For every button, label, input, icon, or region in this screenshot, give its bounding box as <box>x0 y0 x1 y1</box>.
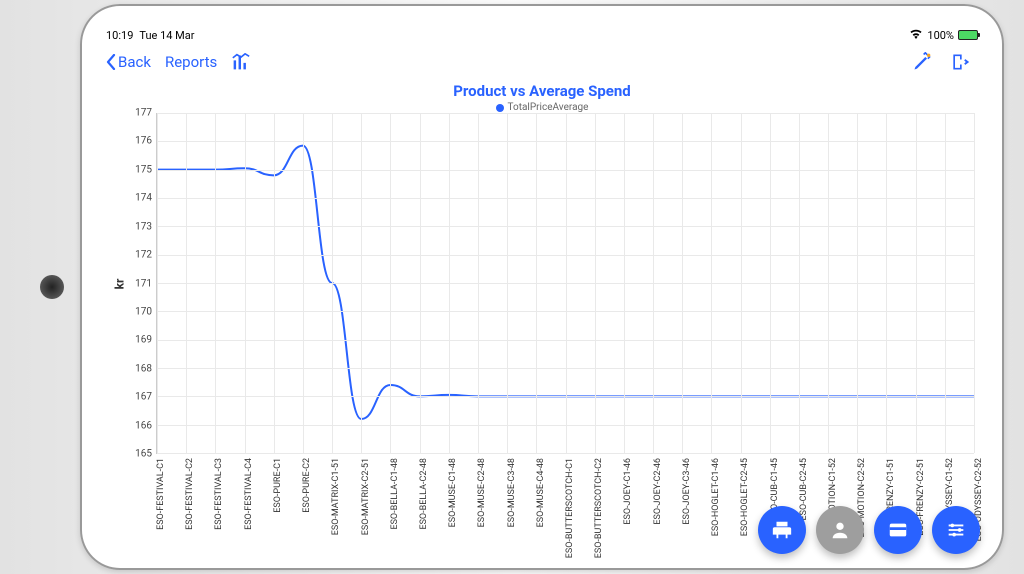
back-label: Back <box>118 53 151 71</box>
nav-bar: Back Reports <box>102 44 982 80</box>
y-tick: 174 <box>135 193 152 204</box>
x-tick-label: ESO-PURE-C1 <box>273 458 283 513</box>
fab-user[interactable] <box>816 506 864 554</box>
y-axis-ticks: 165166167168169170171172173174175176177 <box>128 113 156 454</box>
y-tick: 171 <box>135 278 152 289</box>
x-tick-label: ESO-JOEY-C3-46 <box>682 458 692 525</box>
y-tick: 172 <box>135 250 152 261</box>
fab-row <box>758 506 980 554</box>
x-tick-label: ESO-PURE-C2 <box>302 458 312 513</box>
y-tick: 165 <box>135 449 152 460</box>
device-frame: 10:19 Tue 14 Mar 100% Back <box>0 0 1024 574</box>
x-tick-label: ESO-MUSE-C3-48 <box>507 458 517 527</box>
x-tick-label: ESO-MUSE-C1-48 <box>448 458 458 527</box>
y-tick: 166 <box>135 420 152 431</box>
x-tick-label: ESO-MUSE-C4-48 <box>536 458 546 527</box>
wifi-icon <box>909 29 923 42</box>
y-tick: 169 <box>135 335 152 346</box>
legend-label: TotalPriceAverage <box>508 102 589 113</box>
x-tick-label: ESO-BUTTERSCOTCH-C2 <box>594 458 604 558</box>
edit-tools-icon[interactable] <box>912 52 932 72</box>
y-tick: 177 <box>135 108 152 119</box>
x-tick-label: ESO-BELLA-C1-48 <box>390 458 400 530</box>
x-tick-label: ESO-FESTIVAL-C2 <box>185 458 195 530</box>
status-bar: 10:19 Tue 14 Mar 100% <box>102 26 982 44</box>
fab-card[interactable] <box>874 506 922 554</box>
x-tick-label: ESO-FESTIVAL-C3 <box>214 458 224 530</box>
fab-print[interactable] <box>758 506 806 554</box>
y-tick: 176 <box>135 136 152 147</box>
fab-sliders[interactable] <box>932 506 980 554</box>
x-tick-label: ESO-HOGLET-C1-46 <box>711 458 721 536</box>
app-screen: 10:19 Tue 14 Mar 100% Back <box>102 26 982 548</box>
x-tick-label: ESO-BUTTERSCOTCH-C1 <box>565 458 575 558</box>
x-tick-label: ESO-FESTIVAL-C4 <box>244 458 254 530</box>
y-tick: 173 <box>135 221 152 232</box>
x-tick-label: ESO-HOGLET-C2-45 <box>740 458 750 536</box>
battery-icon <box>958 30 978 40</box>
x-tick-label: ESO-MATRIX-C2-51 <box>361 458 371 535</box>
chart-legend: TotalPriceAverage <box>110 102 974 113</box>
y-tick: 167 <box>135 392 152 403</box>
y-tick: 175 <box>135 164 152 175</box>
x-tick-label: ESO-JOEY-C2-46 <box>653 458 663 525</box>
x-tick-label: ESO-BELLA-C2-48 <box>419 458 429 530</box>
chevron-left-icon <box>106 54 116 70</box>
home-button[interactable] <box>40 275 64 299</box>
y-axis-label-container: kr <box>110 113 128 454</box>
y-axis-label: kr <box>112 278 126 289</box>
battery-pct: 100% <box>927 29 954 42</box>
x-tick-label: ESO-MUSE-C2-48 <box>477 458 487 527</box>
plot-area <box>156 113 974 454</box>
x-tick-label: ESO-MATRIX-C1-51 <box>331 458 341 535</box>
y-tick: 170 <box>135 306 152 317</box>
reports-link[interactable]: Reports <box>165 53 217 71</box>
export-icon[interactable] <box>950 52 970 72</box>
chart-icon[interactable] <box>231 53 251 71</box>
y-tick: 168 <box>135 363 152 374</box>
status-date: Tue 14 Mar <box>139 29 194 42</box>
legend-marker <box>496 104 504 112</box>
device-bezel: 10:19 Tue 14 Mar 100% Back <box>80 4 1004 570</box>
status-time: 10:19 <box>106 29 133 42</box>
back-button[interactable]: Back <box>106 53 151 71</box>
chart-container: Product vs Average Spend TotalPriceAvera… <box>102 80 982 548</box>
x-tick-label: ESO-JOEY-C1-46 <box>623 458 633 525</box>
x-tick-label: ESO-FESTIVAL-C1 <box>156 458 166 530</box>
chart-title: Product vs Average Spend <box>110 82 974 100</box>
